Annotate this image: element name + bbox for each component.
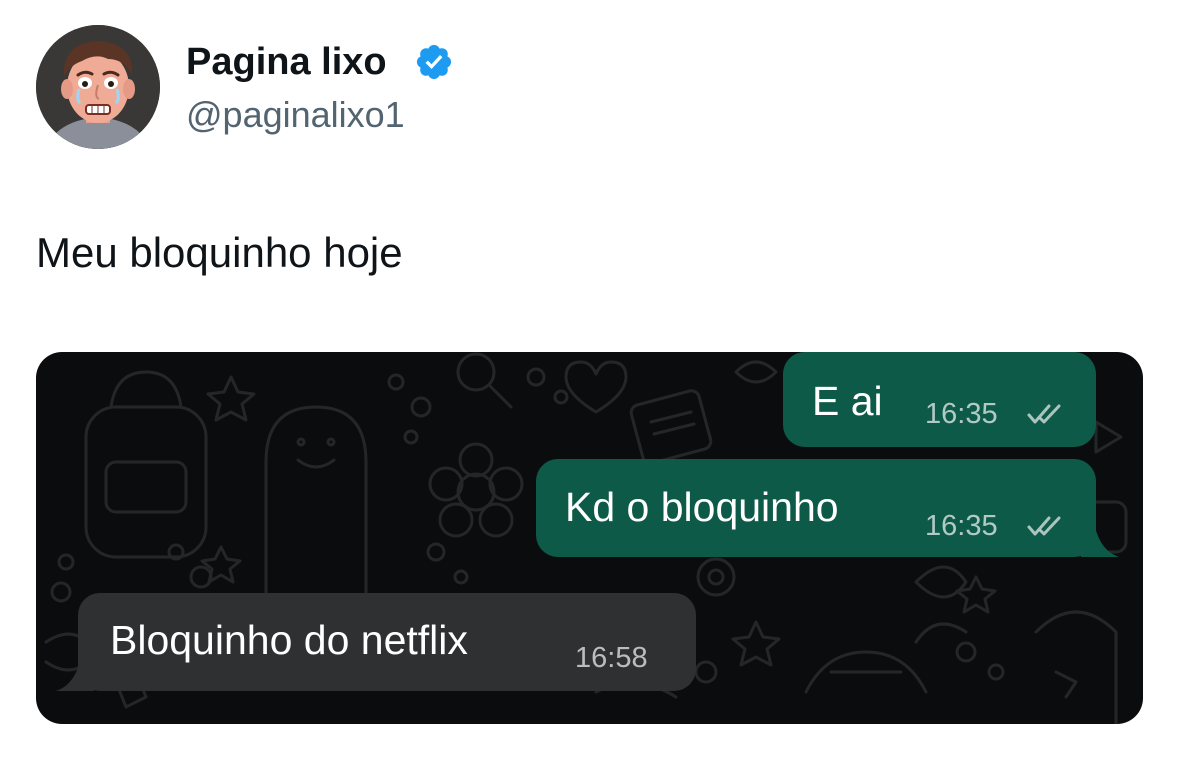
bubble-tail-outgoing — [1081, 527, 1119, 557]
message-timestamp: 16:35 — [925, 398, 998, 430]
handle[interactable]: @paginalixo1 — [186, 92, 405, 138]
message-text: Kd o bloquinho — [565, 484, 839, 530]
message-timestamp: 16:58 — [575, 642, 648, 674]
message-bubble-outgoing[interactable]: E ai 16:35 — [783, 352, 1096, 447]
message-bubble-outgoing[interactable]: Kd o bloquinho 16:35 — [536, 459, 1096, 557]
message-text: Bloquinho do netflix — [110, 617, 468, 663]
double-check-icon — [1027, 404, 1061, 424]
bubble-tail-incoming — [56, 661, 94, 691]
double-check-icon — [1027, 516, 1061, 536]
tweet-text: Meu bloquinho hoje — [36, 229, 403, 276]
tweet-media-image[interactable]: E ai 16:35 Kd o bloquinho 16:35 Bloquinh… — [36, 352, 1143, 724]
cartoon-man-crying-avatar-icon — [36, 25, 160, 149]
avatar[interactable] — [36, 25, 160, 149]
verified-badge-icon — [416, 44, 452, 80]
message-text: E ai — [812, 378, 883, 424]
message-bubble-incoming[interactable]: Bloquinho do netflix 16:58 — [78, 593, 696, 691]
display-name[interactable]: Pagina lixo — [186, 38, 387, 86]
message-timestamp: 16:35 — [925, 510, 998, 542]
